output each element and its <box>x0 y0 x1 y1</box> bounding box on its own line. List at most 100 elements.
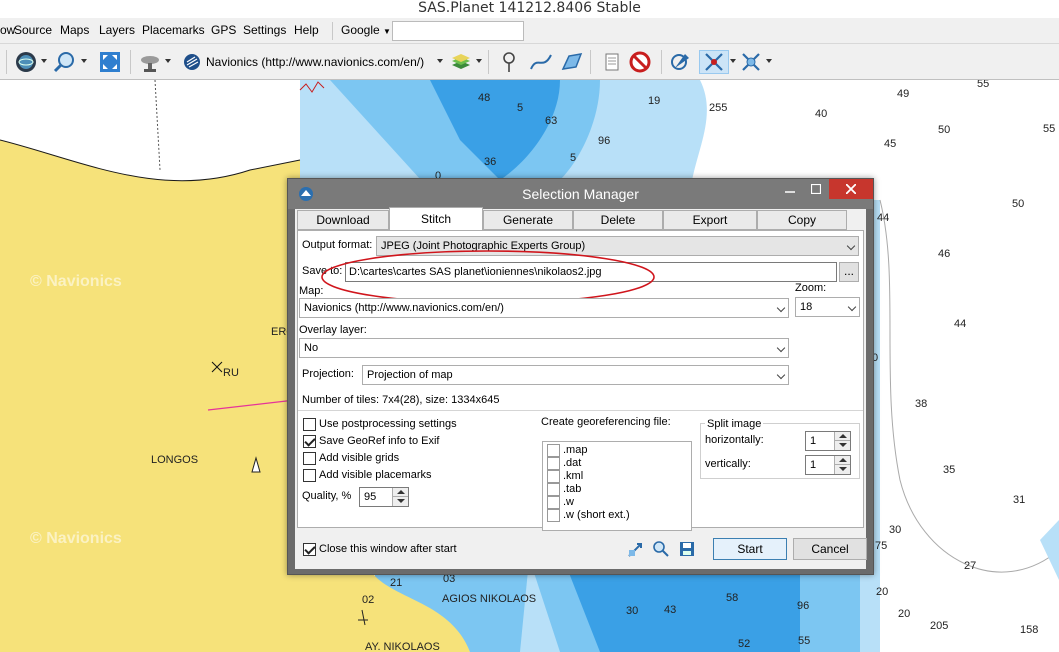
menu-maps[interactable]: Maps <box>60 23 89 37</box>
save-icon[interactable] <box>678 540 696 558</box>
georef-exif-checkbox[interactable] <box>303 435 316 448</box>
tab-delete[interactable]: Delete <box>573 210 663 230</box>
depth-label: 38 <box>915 398 928 410</box>
minimize-icon[interactable] <box>777 179 803 199</box>
depth-label: 45 <box>884 138 897 150</box>
tab-copy[interactable]: Copy <box>757 210 847 230</box>
zoom-icon[interactable] <box>652 540 670 558</box>
zoom-to-selection-icon[interactable] <box>627 540 645 558</box>
map-source-label[interactable]: Navionics (http://www.navionics.com/en/) <box>206 55 424 69</box>
cancel-button[interactable]: Cancel <box>793 538 867 560</box>
search-engine-selector[interactable]: Google ▼ <box>341 23 391 37</box>
depth-label: 5 <box>517 102 524 114</box>
search-input[interactable] <box>392 21 524 41</box>
tab-export[interactable]: Export <box>663 210 757 230</box>
visible-grids-label: Add visible grids <box>319 452 400 464</box>
split-horizontal-spinner[interactable]: 1 <box>805 431 851 451</box>
satellite-icon[interactable] <box>138 50 162 74</box>
chevron-down-icon[interactable] <box>766 59 772 63</box>
place-label: AY. NIKOLAOS <box>365 641 440 652</box>
georef-dat-checkbox[interactable] <box>547 457 560 470</box>
menu-layers[interactable]: Layers <box>99 23 135 37</box>
projection-value: Projection of map <box>367 369 453 381</box>
notes-icon[interactable] <box>599 50 623 74</box>
no-entry-icon[interactable] <box>628 50 652 74</box>
chevron-down-icon[interactable] <box>730 59 736 63</box>
depth-label: 30 <box>889 524 902 536</box>
split-vertical-spinner[interactable]: 1 <box>805 455 851 475</box>
postprocessing-checkbox[interactable] <box>303 418 316 431</box>
georef-w-checkbox[interactable] <box>547 496 560 509</box>
quality-spinner[interactable]: 95 <box>359 487 409 507</box>
depth-label: 43 <box>664 604 677 616</box>
depth-label: 158 <box>1020 624 1039 636</box>
gps-center-icon[interactable] <box>739 50 763 74</box>
close-icon[interactable] <box>829 179 873 199</box>
start-button[interactable]: Start <box>713 538 787 560</box>
browse-button[interactable]: ... <box>839 262 859 282</box>
path-icon[interactable] <box>529 50 553 74</box>
tab-generate[interactable]: Generate <box>483 210 573 230</box>
chevron-down-icon[interactable] <box>81 59 87 63</box>
chevron-down-icon[interactable] <box>165 59 171 63</box>
depth-label: 63 <box>545 115 558 127</box>
visible-placemarks-checkbox[interactable] <box>303 469 316 482</box>
gps-icon[interactable] <box>669 50 693 74</box>
spin-up-icon[interactable] <box>834 432 850 441</box>
place-label: LONGOS <box>151 454 199 466</box>
menu-gps[interactable]: GPS <box>211 23 236 37</box>
georef-file-list: .map .dat .kml .tab .w .w (short ext.) <box>542 441 692 531</box>
menu-separator <box>332 22 333 40</box>
tab-stitch[interactable]: Stitch <box>389 207 483 231</box>
tab-download[interactable]: Download <box>297 210 389 230</box>
spin-down-icon[interactable] <box>834 465 850 474</box>
toolbar: Navionics (http://www.navionics.com/en/) <box>0 44 1059 80</box>
depth-label: 19 <box>648 95 661 107</box>
georef-w-short-checkbox[interactable] <box>547 509 560 522</box>
maximize-icon[interactable] <box>803 179 829 199</box>
overlay-select[interactable]: No <box>299 338 789 358</box>
depth-label: 58 <box>726 592 739 604</box>
map-watermark: © Navionics <box>30 273 122 290</box>
chevron-down-icon[interactable] <box>41 59 47 63</box>
fullscreen-icon[interactable] <box>98 50 122 74</box>
spin-down-icon[interactable] <box>392 497 408 506</box>
tiles-info: Number of tiles: 7x4(28), size: 1334x645 <box>302 394 500 406</box>
chevron-down-icon[interactable] <box>437 59 443 63</box>
depth-label: 21 <box>390 577 403 589</box>
placemark-icon[interactable] <box>497 50 521 74</box>
georef-kml-checkbox[interactable] <box>547 470 560 483</box>
close-after-start-checkbox[interactable] <box>303 543 316 556</box>
gps-follow-icon[interactable] <box>699 50 729 74</box>
layers-icon[interactable] <box>449 50 473 74</box>
globe-icon[interactable] <box>14 50 38 74</box>
depth-label: 50 <box>1012 198 1025 210</box>
map-select[interactable]: Navionics (http://www.navionics.com/en/) <box>299 298 789 318</box>
spin-down-icon[interactable] <box>834 441 850 450</box>
visible-grids-checkbox[interactable] <box>303 452 316 465</box>
chevron-down-icon: ▼ <box>383 27 391 36</box>
menu-source[interactable]: Source <box>14 23 52 37</box>
zoom-icon[interactable] <box>52 50 76 74</box>
depth-label: 27 <box>964 560 977 572</box>
map-label: Map: <box>299 285 324 297</box>
close-after-start-label: Close this window after start <box>319 543 457 555</box>
depth-label: 50 <box>938 124 951 136</box>
chevron-down-icon[interactable] <box>476 59 482 63</box>
menu-help[interactable]: Help <box>294 23 319 37</box>
depth-label: 255 <box>709 102 728 114</box>
spin-up-icon[interactable] <box>834 456 850 465</box>
projection-select[interactable]: Projection of map <box>362 365 789 385</box>
polygon-icon[interactable] <box>560 50 584 74</box>
menu-placemarks[interactable]: Placemarks <box>142 23 205 37</box>
spin-up-icon[interactable] <box>392 488 408 497</box>
depth-label: 30 <box>626 605 639 617</box>
georef-tab-checkbox[interactable] <box>547 483 560 496</box>
toolbar-separator <box>488 50 489 74</box>
split-vertical-value: 1 <box>810 459 817 471</box>
georef-map-checkbox[interactable] <box>547 444 560 457</box>
zoom-select[interactable]: 18 <box>795 297 860 317</box>
menu-settings[interactable]: Settings <box>243 23 286 37</box>
dialog-titlebar[interactable]: Selection Manager <box>288 179 873 209</box>
chevron-down-icon <box>847 302 857 312</box>
